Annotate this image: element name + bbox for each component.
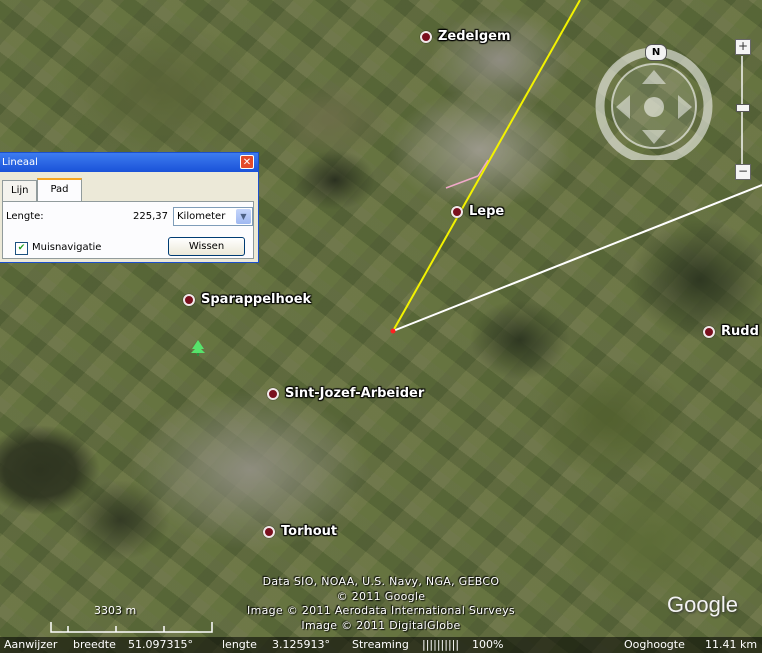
heading-white-line xyxy=(392,184,762,332)
length-label: Lengte: xyxy=(6,211,44,222)
pink-path-segment xyxy=(445,175,479,189)
place-marker[interactable]: Sint-Jozef-Arbeider xyxy=(267,386,424,401)
attribution-line: © 2011 Google xyxy=(336,590,426,603)
place-label: Torhout xyxy=(281,524,338,539)
place-label: Sint-Jozef-Arbeider xyxy=(285,386,425,401)
streaming-percent: 100% xyxy=(472,638,504,651)
ruler-panel: Lengte: 225,37 Kilometer ▼ ✔ Muisnavigat… xyxy=(2,201,254,259)
longitude-value: 3.125913° xyxy=(272,638,330,651)
streaming-bars: |||||||||| xyxy=(422,638,460,651)
place-dot-icon xyxy=(267,387,279,400)
navigation-control[interactable] xyxy=(594,44,718,160)
place-marker[interactable]: Rudd xyxy=(703,324,759,339)
pointer-label: Aanwijzer xyxy=(4,638,58,651)
place-dot-icon xyxy=(263,525,275,538)
place-label: Zedelgem xyxy=(438,29,511,44)
google-logo: Google xyxy=(667,592,738,617)
place-dot-icon xyxy=(703,325,715,338)
dialog-titlebar[interactable]: Lineaal ✕ xyxy=(0,153,258,172)
streaming-label: Streaming xyxy=(352,638,409,651)
place-marker[interactable]: Torhout xyxy=(263,524,337,539)
place-label: Lepe xyxy=(469,204,505,219)
ruler-yellow-line xyxy=(392,0,581,332)
zoom-slider[interactable]: + − xyxy=(734,38,752,184)
place-label: Rudd xyxy=(721,324,759,339)
tab-line[interactable]: Lijn xyxy=(2,180,38,201)
attribution-line: Data SIO, NOAA, U.S. Navy, NGA, GEBCO xyxy=(262,575,500,588)
place-dot-icon xyxy=(183,293,195,306)
place-label: Sparappelhoek xyxy=(201,292,312,307)
zoom-thumb[interactable] xyxy=(736,104,750,112)
longitude-label: lengte xyxy=(222,638,257,651)
look-joystick-icon[interactable] xyxy=(644,97,664,117)
ruler-start-point[interactable] xyxy=(390,328,396,334)
unit-select[interactable]: Kilometer ▼ xyxy=(173,207,253,226)
mouse-nav-checkbox[interactable]: ✔ xyxy=(15,242,28,255)
ruler-dialog: Lineaal ✕ Lijn Pad Lengte: 225,37 Kilome… xyxy=(0,152,259,263)
place-marker[interactable]: Lepe xyxy=(451,204,504,219)
scale-bar xyxy=(50,622,213,633)
chevron-down-icon[interactable]: ▼ xyxy=(236,209,251,224)
satellite-map[interactable]: Zedelgem Lepe Sparappelhoek Sint-Jozef-A… xyxy=(0,0,762,653)
north-button[interactable]: N xyxy=(645,44,667,61)
status-bar: Aanwijzer breedte 51.097315° lengte 3.12… xyxy=(0,637,762,653)
zoom-in-button[interactable]: + xyxy=(735,39,751,55)
place-marker[interactable]: Sparappelhoek xyxy=(183,292,311,307)
park-tree-icon[interactable] xyxy=(191,340,205,356)
latitude-label: breedte xyxy=(73,638,116,651)
ruler-tabs: Lijn Pad xyxy=(2,178,82,204)
dialog-title: Lineaal xyxy=(2,157,38,168)
length-value: 225,37 xyxy=(133,211,168,222)
zoom-out-button[interactable]: − xyxy=(735,164,751,180)
mouse-nav-label: Muisnavigatie xyxy=(32,242,102,253)
unit-select-value: Kilometer xyxy=(177,211,226,222)
eye-altitude-label: Ooghoogte xyxy=(624,638,685,651)
place-dot-icon xyxy=(420,30,432,43)
place-marker[interactable]: Zedelgem xyxy=(420,29,511,44)
latitude-value: 51.097315° xyxy=(128,638,193,651)
place-dot-icon xyxy=(451,205,463,218)
close-icon[interactable]: ✕ xyxy=(240,155,254,169)
clear-button[interactable]: Wissen xyxy=(168,237,245,256)
eye-altitude-value: 11.41 km xyxy=(705,638,758,651)
